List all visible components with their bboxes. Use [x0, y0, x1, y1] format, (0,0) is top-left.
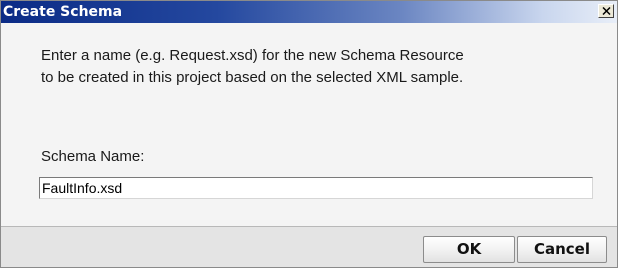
- dialog-title: Create Schema: [3, 4, 123, 20]
- cancel-button[interactable]: Cancel: [517, 236, 607, 263]
- button-bar: OK Cancel: [1, 227, 617, 267]
- schema-name-label: Schema Name:: [41, 148, 145, 165]
- ok-button[interactable]: OK: [423, 236, 515, 263]
- title-bar[interactable]: Create Schema: [1, 1, 617, 23]
- instruction-line-1: Enter a name (e.g. Request.xsd) for the …: [41, 47, 464, 64]
- close-button[interactable]: [598, 4, 614, 18]
- instruction-message: Enter a name (e.g. Request.xsd) for the …: [41, 45, 464, 89]
- close-icon: [602, 7, 611, 15]
- instruction-line-2: to be created in this project based on t…: [41, 69, 464, 86]
- create-schema-dialog: Create Schema Enter a name (e.g. Request…: [0, 0, 618, 268]
- schema-name-input[interactable]: [39, 177, 593, 199]
